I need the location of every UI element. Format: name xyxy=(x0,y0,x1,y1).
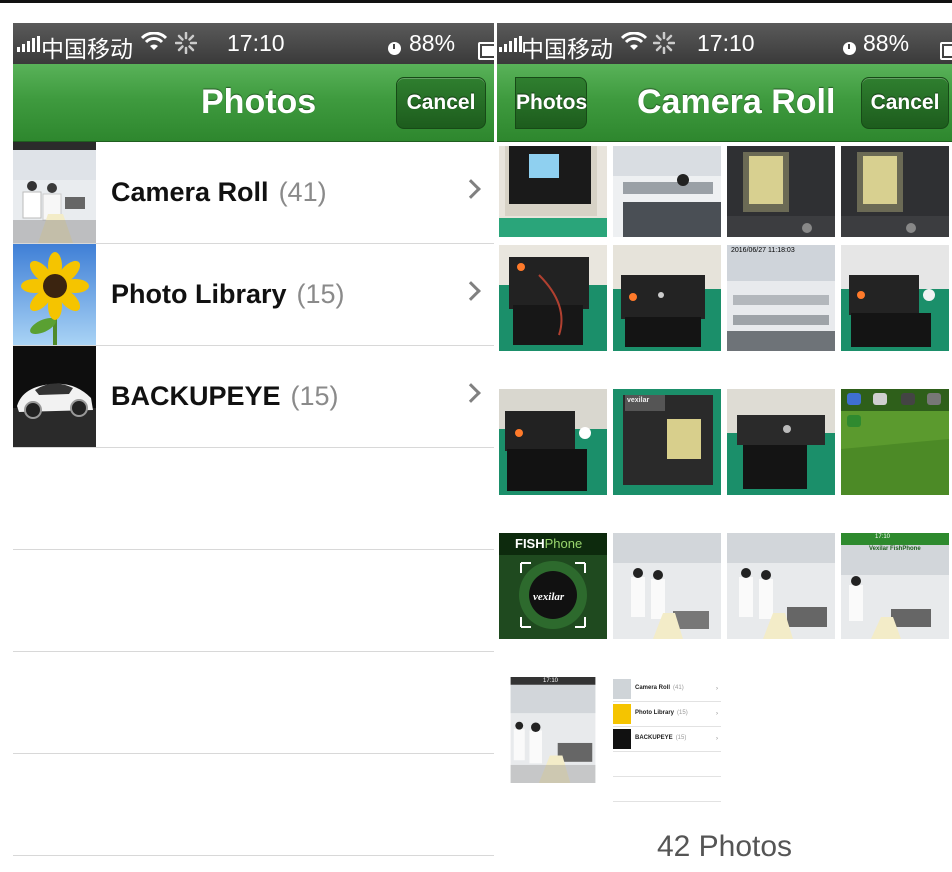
album-list: Camera Roll (41) Photo Library (15) BACK… xyxy=(13,142,494,856)
signal-icon xyxy=(17,36,40,52)
photo-thumbnail[interactable] xyxy=(499,141,607,237)
app-brand: FISHPhone xyxy=(515,536,583,551)
thumb-title: Vexilar FishPhone xyxy=(869,546,921,552)
nav-bar: Photos Camera Roll Cancel xyxy=(497,64,952,142)
chevron-right-icon xyxy=(461,179,481,199)
empty-row xyxy=(13,550,494,652)
photo-thumbnail[interactable]: Camera Roll (41) › Photo Library (15) › BACK… xyxy=(613,677,721,812)
photo-thumbnail[interactable]: FISHPhone vexilar xyxy=(499,533,607,639)
photo-thumbnail[interactable] xyxy=(499,245,607,351)
alarm-icon xyxy=(843,42,856,56)
nav-bar: Photos Cancel xyxy=(13,64,494,142)
page-title: Camera Roll xyxy=(637,83,836,121)
album-row-photo-library[interactable]: Photo Library (15) xyxy=(13,244,494,346)
empty-row xyxy=(13,754,494,856)
album-row-backupeye[interactable]: BACKUPEYE (15) xyxy=(13,346,494,448)
device-label: vexilar xyxy=(627,397,650,404)
photo-thumbnail[interactable] xyxy=(841,245,949,351)
album-thumbnail xyxy=(13,346,96,447)
photo-thumbnail[interactable]: 17:10 Vexilar FishPhone xyxy=(841,533,949,639)
photo-thumbnail[interactable] xyxy=(841,141,949,237)
photo-thumbnail[interactable] xyxy=(613,245,721,351)
albums-screen: 中国移动 17:10 88% Photos Cancel Camera Roll… xyxy=(13,23,494,872)
camera-roll-screen: 中国移动 17:10 88% Photos Camera Roll Cancel xyxy=(497,23,952,872)
top-border xyxy=(0,0,952,3)
album-title: Camera Roll (41) xyxy=(111,177,327,207)
photo-thumbnail[interactable] xyxy=(727,533,835,639)
photo-timestamp: 2016/06/27 11:18:03 xyxy=(731,247,795,254)
photo-thumbnail[interactable]: 2016/06/27 11:18:03 xyxy=(727,245,835,351)
album-thumbnail xyxy=(13,142,96,243)
chevron-right-icon xyxy=(461,383,481,403)
thumb-time: 17:10 xyxy=(543,678,559,684)
photo-thumbnail[interactable]: 17:10 xyxy=(499,677,607,812)
app-logo-text: vexilar xyxy=(533,591,565,603)
mini-album-list: Camera Roll (41) › Photo Library (15) › BACK… xyxy=(613,677,721,812)
album-title: BACKUPEYE (15) xyxy=(111,381,339,411)
album-count: (41) xyxy=(278,177,327,207)
wifi-icon xyxy=(621,32,647,52)
album-thumbnail xyxy=(13,244,96,345)
alarm-icon xyxy=(388,42,401,56)
cancel-button[interactable]: Cancel xyxy=(861,77,949,129)
battery-icon xyxy=(940,41,952,60)
battery-icon xyxy=(478,41,494,60)
photo-thumbnail[interactable] xyxy=(613,141,721,237)
album-row-camera-roll[interactable]: Camera Roll (41) xyxy=(13,142,494,244)
carrier-label: 中国移动 xyxy=(521,36,613,62)
wifi-icon xyxy=(141,32,167,52)
carrier-label: 中国移动 xyxy=(41,36,133,62)
activity-spinner-icon xyxy=(653,32,675,54)
battery-percent: 88% xyxy=(409,30,456,56)
status-bar: 中国移动 17:10 88% xyxy=(13,23,494,64)
album-count: (15) xyxy=(296,279,345,309)
photo-thumbnail[interactable] xyxy=(613,533,721,639)
status-bar: 中国移动 17:10 88% xyxy=(497,23,952,64)
photo-thumbnail[interactable] xyxy=(499,389,607,495)
chevron-right-icon xyxy=(461,281,481,301)
photo-thumbnail[interactable] xyxy=(841,389,949,495)
thumb-time: 17:10 xyxy=(875,534,891,540)
photo-thumbnail[interactable]: vexilar xyxy=(613,389,721,495)
empty-row xyxy=(13,652,494,754)
back-button[interactable]: Photos xyxy=(515,77,587,129)
photo-thumbnail[interactable] xyxy=(727,141,835,237)
album-count: (15) xyxy=(290,381,339,411)
clock-time: 17:10 xyxy=(227,30,285,56)
activity-spinner-icon xyxy=(175,32,197,54)
album-title: Photo Library (15) xyxy=(111,279,345,309)
page-title: Photos xyxy=(201,83,317,121)
photo-count: 42 Photos xyxy=(656,830,793,863)
cancel-button[interactable]: Cancel xyxy=(396,77,486,129)
photo-thumbnail[interactable] xyxy=(727,389,835,495)
clock-time: 17:10 xyxy=(697,30,755,56)
battery-percent: 88% xyxy=(863,30,910,56)
signal-icon xyxy=(499,36,522,52)
empty-row xyxy=(13,448,494,550)
